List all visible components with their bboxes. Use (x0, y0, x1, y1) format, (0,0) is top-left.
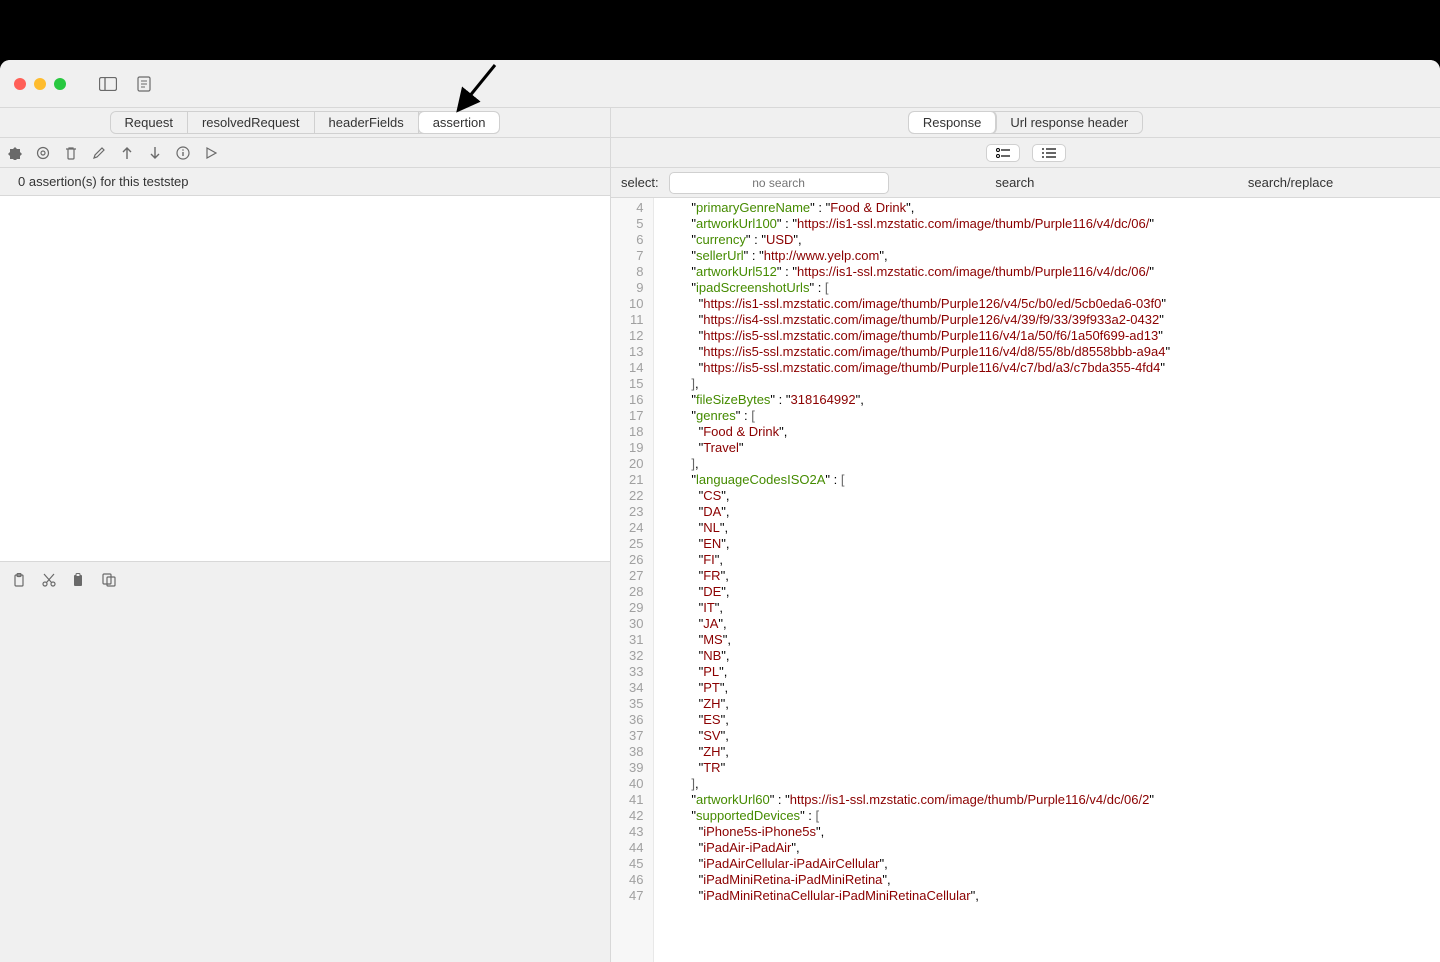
copy-icon[interactable] (100, 571, 118, 589)
edit-icon[interactable] (90, 144, 108, 162)
play-icon[interactable] (202, 144, 220, 162)
right-pane: select: search search/replace 4567891011… (611, 168, 1440, 962)
arrow-up-icon[interactable] (118, 144, 136, 162)
toolbar-row (0, 138, 1440, 168)
assertion-count-label: 0 assertion(s) for this teststep (0, 168, 610, 196)
trash-icon[interactable] (62, 144, 80, 162)
tab-url-response-header[interactable]: Url response header (996, 112, 1142, 133)
content-row: 0 assertion(s) for this teststep select:… (0, 168, 1440, 962)
right-tabs: Response Url response header (611, 108, 1440, 137)
titlebar (0, 60, 1440, 108)
tab-request[interactable]: Request (111, 112, 188, 133)
gear-icon[interactable] (34, 144, 52, 162)
list-toggle-icon[interactable] (1032, 144, 1066, 162)
left-bottom-toolbar (0, 561, 610, 597)
tab-header-fields[interactable]: headerFields (315, 112, 419, 133)
format-toggle-icon[interactable] (986, 144, 1020, 162)
titlebar-buttons (94, 73, 158, 95)
left-empty-area (0, 597, 610, 962)
tab-response[interactable]: Response (909, 112, 997, 133)
arrow-down-icon[interactable] (146, 144, 164, 162)
left-tabs: Request resolvedRequest headerFields ass… (0, 108, 611, 137)
right-toolbar (611, 138, 1440, 167)
info-icon[interactable] (174, 144, 192, 162)
assertion-list[interactable] (0, 196, 610, 561)
minimize-button[interactable] (34, 78, 46, 90)
sidebar-toggle-icon[interactable] (94, 73, 122, 95)
traffic-lights (0, 78, 66, 90)
search-action[interactable]: search (995, 175, 1034, 190)
search-input[interactable] (669, 172, 889, 194)
browser-top-bar (0, 0, 1440, 60)
document-icon[interactable] (130, 73, 158, 95)
search-replace-action[interactable]: search/replace (1248, 175, 1333, 190)
search-row: select: search search/replace (611, 168, 1440, 198)
paste-icon[interactable] (70, 571, 88, 589)
badge-icon[interactable] (6, 144, 24, 162)
left-tab-segment: Request resolvedRequest headerFields ass… (110, 111, 501, 134)
code-body[interactable]: "primaryGenreName" : "Food & Drink", "ar… (654, 198, 1440, 962)
app-window: Request resolvedRequest headerFields ass… (0, 60, 1440, 962)
left-toolbar (0, 138, 611, 167)
scissors-icon[interactable] (40, 571, 58, 589)
tab-row: Request resolvedRequest headerFields ass… (0, 108, 1440, 138)
line-gutter: 4567891011121314151617181920212223242526… (611, 198, 654, 962)
search-actions: search search/replace (889, 175, 1440, 190)
clipboard-icon[interactable] (10, 571, 28, 589)
code-editor[interactable]: 4567891011121314151617181920212223242526… (611, 198, 1440, 962)
left-pane: 0 assertion(s) for this teststep (0, 168, 611, 962)
close-button[interactable] (14, 78, 26, 90)
tab-assertion[interactable]: assertion (419, 112, 500, 133)
select-label: select: (611, 175, 669, 190)
right-tab-segment: Response Url response header (908, 111, 1143, 134)
tab-resolved-request[interactable]: resolvedRequest (188, 112, 315, 133)
maximize-button[interactable] (54, 78, 66, 90)
